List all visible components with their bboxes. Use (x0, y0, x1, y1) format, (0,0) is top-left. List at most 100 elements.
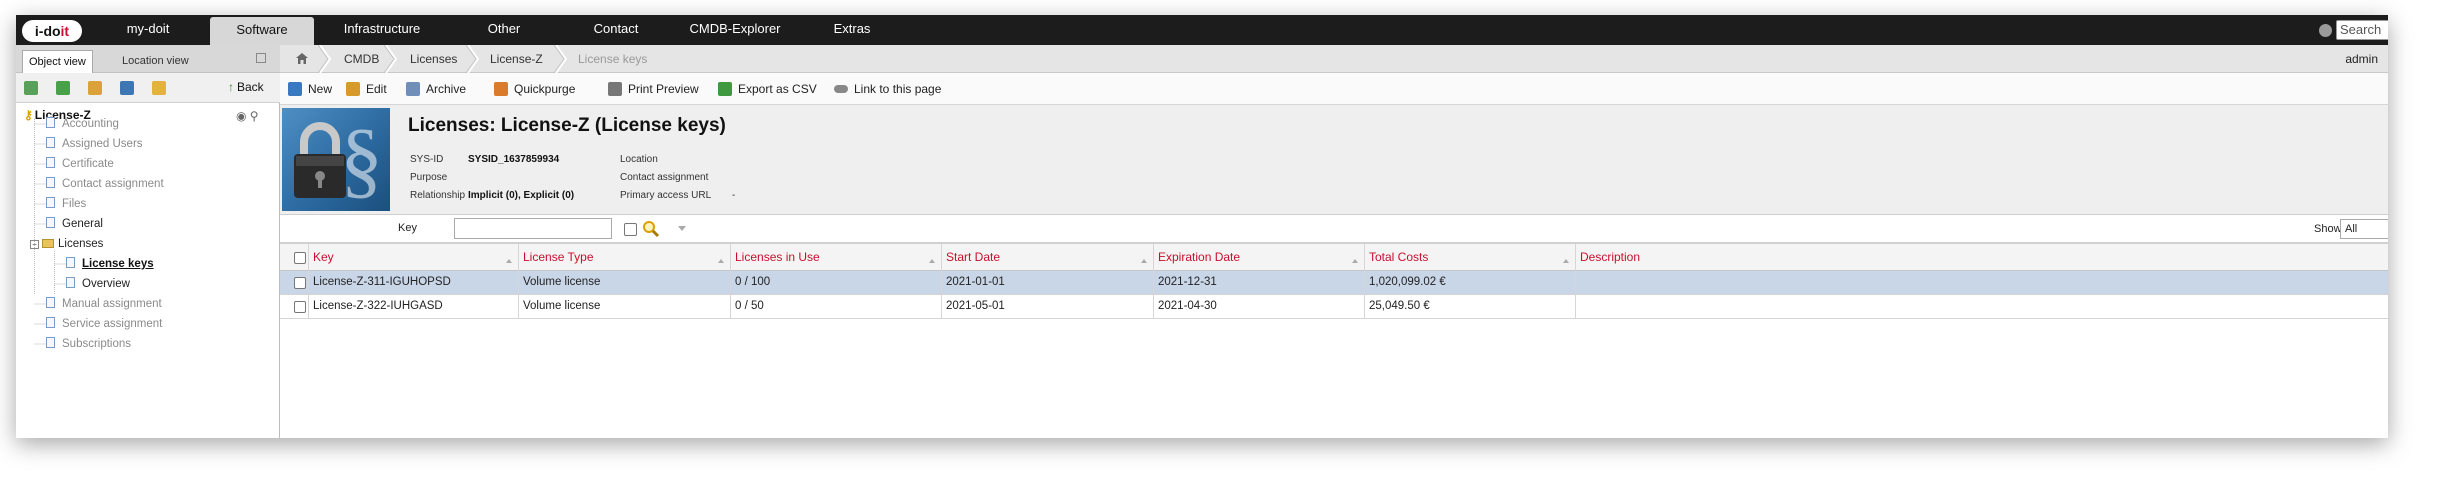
breadcrumb-license-z[interactable]: License-Z (490, 45, 543, 73)
filter-checkbox[interactable] (624, 223, 637, 236)
back-arrow-icon: ↑ (228, 80, 234, 94)
lock-icon[interactable] (152, 81, 166, 95)
edit-button[interactable]: Edit (346, 73, 387, 105)
cell-licenses-in-use: 0 / 100 (730, 271, 941, 295)
sort-icon (506, 256, 512, 263)
column-header-expiration-date[interactable]: Expiration Date (1153, 244, 1364, 272)
nav-cmdb-explorer[interactable]: CMDB-Explorer (680, 15, 790, 45)
export-csv-button[interactable]: Export as CSV (718, 73, 817, 105)
collapse-toggle-icon[interactable]: − (30, 240, 39, 249)
back-button[interactable]: ↑ Back (228, 80, 264, 94)
row-checkbox[interactable] (294, 301, 306, 313)
svg-text:§: § (340, 111, 383, 207)
document-icon (66, 277, 75, 288)
nav-contact[interactable]: Contact (586, 15, 646, 45)
column-header-key[interactable]: Key (308, 244, 518, 272)
app-window: i-doit my-doit Software Infrastructure O… (16, 15, 2388, 438)
document-icon (46, 297, 55, 308)
nav-extras[interactable]: Extras (824, 15, 880, 45)
tree-item-files[interactable]: Files (46, 195, 86, 213)
key-filter-input[interactable] (454, 218, 612, 239)
tree-item-label: Assigned Users (62, 138, 143, 150)
sort-icon (1563, 256, 1569, 263)
filter-bar: Key Show All (280, 215, 2388, 243)
breadcrumb-cmdb[interactable]: CMDB (344, 45, 379, 73)
column-header-label: Expiration Date (1158, 250, 1241, 264)
cell-license-type: Volume license (518, 295, 730, 319)
user-name[interactable]: admin (2345, 45, 2378, 73)
cell-license-type: Volume license (518, 271, 730, 295)
quickpurge-button[interactable]: Quickpurge (494, 73, 575, 105)
padlock-image: § (294, 111, 383, 207)
tree-item-licenses[interactable]: − Licenses (30, 235, 103, 253)
tree-view-icon[interactable] (24, 81, 38, 95)
document-icon (66, 257, 75, 268)
tree-item-service-assignment[interactable]: Service assignment (46, 315, 162, 333)
tree-item-manual-assignment[interactable]: Manual assignment (46, 295, 162, 313)
book-icon[interactable] (120, 81, 134, 95)
breadcrumb-separator-icon (318, 45, 332, 73)
location-label: Location (620, 154, 658, 165)
image-icon[interactable] (88, 81, 102, 95)
tree-item-assigned-users[interactable]: Assigned Users (46, 135, 143, 153)
edit-label: Edit (366, 82, 387, 96)
link-to-page-button[interactable]: Link to this page (834, 73, 941, 105)
column-header-label: Start Date (946, 250, 1001, 264)
chevron-down-icon[interactable] (678, 226, 686, 235)
tree-item-contact-assignment[interactable]: Contact assignment (46, 175, 164, 193)
tree-item-accounting[interactable]: Accounting (46, 115, 119, 133)
table-row[interactable]: License-Z-311-IGUHOPSD Volume license 0 … (280, 271, 2388, 295)
new-button[interactable]: New (288, 73, 332, 105)
tree-item-label: Contact assignment (62, 178, 164, 190)
idoit-logo[interactable]: i-doit (22, 20, 82, 42)
tree-item-label: License keys (82, 258, 154, 270)
home-icon[interactable] (296, 53, 308, 64)
cell-expiration-date: 2021-12-31 (1153, 271, 1364, 295)
tab-location-view[interactable]: Location view (116, 50, 195, 73)
select-all-checkbox[interactable] (294, 252, 306, 264)
nav-other[interactable]: Other (476, 15, 532, 45)
tree-item-license-keys[interactable]: License keys (66, 255, 154, 273)
popout-icon[interactable] (256, 53, 266, 63)
sysid-value: SYSID_1637859934 (468, 154, 559, 165)
breadcrumb-licenses[interactable]: Licenses (410, 45, 457, 73)
tree-item-certificate[interactable]: Certificate (46, 155, 114, 173)
column-header-licenses-in-use[interactable]: Licenses in Use (730, 244, 941, 272)
tree-item-subscriptions[interactable]: Subscriptions (46, 335, 131, 353)
tab-object-view[interactable]: Object view (22, 50, 93, 73)
column-header-total-costs[interactable]: Total Costs (1364, 244, 1575, 272)
column-header-start-date[interactable]: Start Date (941, 244, 1153, 272)
column-header-label: Description (1580, 250, 1641, 264)
tree-item-label: Manual assignment (62, 298, 162, 310)
breadcrumb-separator-icon (466, 45, 480, 73)
expand-icon[interactable] (56, 81, 70, 95)
document-icon (46, 177, 55, 188)
eye-icon[interactable]: ◉ ⚲ (236, 109, 259, 123)
relationship-value-text: Implicit (0), Explicit (0) (468, 190, 575, 201)
page-title: Licenses: License-Z (License keys) (408, 115, 726, 136)
cell-licenses-in-use: 0 / 50 (730, 295, 941, 319)
show-select[interactable]: All (2340, 219, 2388, 239)
search-icon[interactable] (642, 220, 660, 238)
column-header-license-type[interactable]: License Type (518, 244, 730, 272)
action-bar: New Edit Archive Quickpurge Print Previe… (280, 73, 2388, 105)
nav-infrastructure[interactable]: Infrastructure (330, 15, 434, 45)
sysid-label: SYS-ID (410, 154, 444, 165)
tree-item-label: Service assignment (62, 318, 163, 330)
nav-my-doit[interactable]: my-doit (112, 15, 184, 45)
row-checkbox[interactable] (294, 277, 306, 289)
search-input[interactable]: Search (2336, 20, 2388, 40)
user-icon[interactable] (2319, 24, 2332, 37)
tree-item-general[interactable]: General (46, 215, 103, 233)
object-header: § Licenses: License-Z (License keys) SYS… (280, 105, 2388, 215)
quickpurge-label: Quickpurge (514, 82, 576, 96)
tree-item-overview[interactable]: Overview (66, 275, 130, 293)
primary-access-url-value[interactable]: - (732, 190, 735, 201)
table-row[interactable]: License-Z-322-IUHGASD Volume license 0 /… (280, 295, 2388, 319)
archive-button[interactable]: Archive (406, 73, 466, 105)
column-header-label: Key (313, 250, 334, 264)
nav-software[interactable]: Software (210, 17, 314, 50)
column-header-description[interactable]: Description (1575, 244, 2388, 272)
print-preview-button[interactable]: Print Preview (608, 73, 699, 105)
printer-icon (608, 82, 622, 96)
